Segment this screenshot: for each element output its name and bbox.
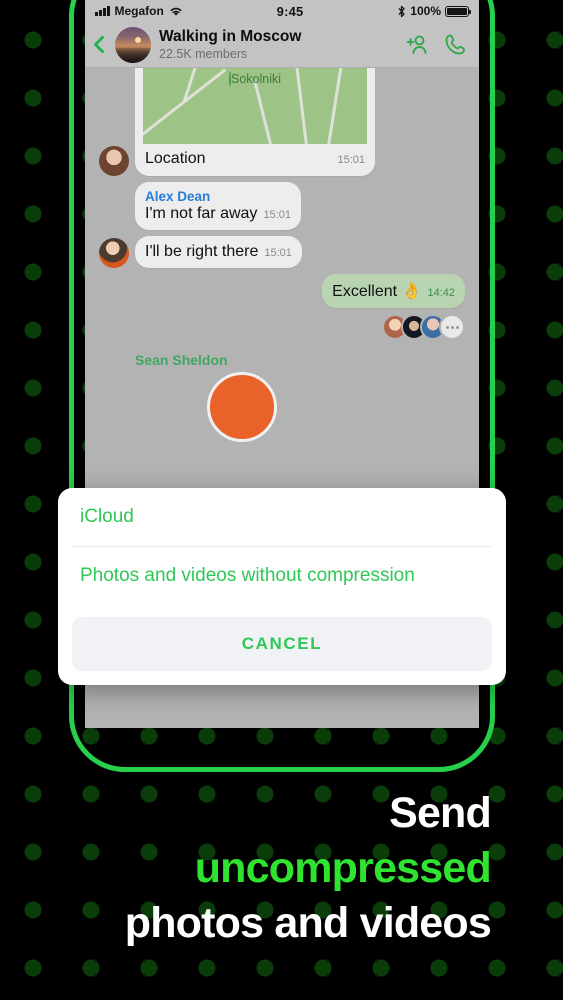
status-bar-time: 9:45 <box>276 3 304 19</box>
status-bar-right: 100% <box>397 4 472 18</box>
message-row-location: Sokolniki Location 15:01 <box>99 68 465 176</box>
phone-call-icon[interactable] <box>443 33 467 57</box>
add-user-icon[interactable] <box>405 33 429 57</box>
uncompressed-option[interactable]: Photos and videos without compression <box>58 547 506 605</box>
map-preview[interactable]: Sokolniki <box>143 68 367 144</box>
message-text: Excellent 👌 <box>332 283 422 300</box>
icloud-option[interactable]: iCloud <box>58 488 506 546</box>
message-row: I'll be right there 15:01 <box>99 236 465 268</box>
message-row: Alex Dean I'm not far away 15:01 <box>99 182 465 230</box>
battery-full-icon <box>445 5 472 17</box>
headline-line-2: uncompressed <box>194 844 492 893</box>
status-bar-left: Megafon <box>95 4 183 18</box>
location-caption: Location 15:01 <box>135 144 375 176</box>
cellular-signal-icon <box>95 6 110 16</box>
avatar <box>99 146 129 176</box>
avatar <box>207 372 277 442</box>
message-row-outgoing: Excellent 👌 14:42 <box>99 274 465 308</box>
dialog-spacer <box>58 605 506 617</box>
back-chevron-icon[interactable] <box>93 34 107 56</box>
battery-percent-label: 100% <box>410 4 441 18</box>
message-sender-name: Alex Dean <box>145 189 211 204</box>
message-bubble-outgoing[interactable]: Excellent 👌 14:42 <box>322 274 465 308</box>
group-avatar[interactable] <box>115 26 151 63</box>
message-bubble-incoming[interactable]: I'll be right there 15:01 <box>135 236 302 268</box>
avatar <box>99 238 129 268</box>
page-title: Walking in Moscow <box>159 28 302 46</box>
message-time: 14:42 <box>427 287 455 299</box>
message-seen-avatars[interactable] <box>99 314 465 340</box>
chat-header: Walking in Moscow 22.5K members <box>85 22 479 68</box>
message-bubble-incoming[interactable]: Alex Dean I'm not far away 15:01 <box>135 182 301 230</box>
member-count-label: 22.5K members <box>159 46 248 61</box>
action-sheet-dialog[interactable]: iCloud Photos and videos without compres… <box>58 488 506 685</box>
park-icon <box>228 71 231 87</box>
map-poi-label: Sokolniki <box>228 71 282 87</box>
promo-headline: Send uncompressed photos and videos <box>0 786 563 951</box>
message-text: I'll be right there <box>145 243 259 260</box>
headline-line-3: photos and videos <box>124 899 492 948</box>
more-dots-icon[interactable] <box>439 314 465 340</box>
message-time: 15:01 <box>337 154 365 166</box>
header-titles: Walking in Moscow 22.5K members <box>159 28 397 60</box>
message-text: I'm not far away <box>145 205 258 222</box>
headline-line-1: Send <box>389 789 492 837</box>
bluetooth-icon <box>398 5 405 17</box>
header-actions <box>405 33 467 57</box>
message-time: 15:01 <box>264 247 292 259</box>
status-bar: Megafon 9:45 100% <box>85 0 479 22</box>
cancel-button[interactable]: CANCEL <box>72 617 492 671</box>
message-time: 15:01 <box>263 209 291 221</box>
next-sender-name: Sean Sheldon <box>135 352 228 368</box>
wifi-icon <box>170 7 182 16</box>
location-message-bubble[interactable]: Sokolniki Location 15:01 <box>135 68 375 176</box>
location-caption-text: Location <box>145 150 206 167</box>
carrier-label: Megafon <box>114 4 164 18</box>
